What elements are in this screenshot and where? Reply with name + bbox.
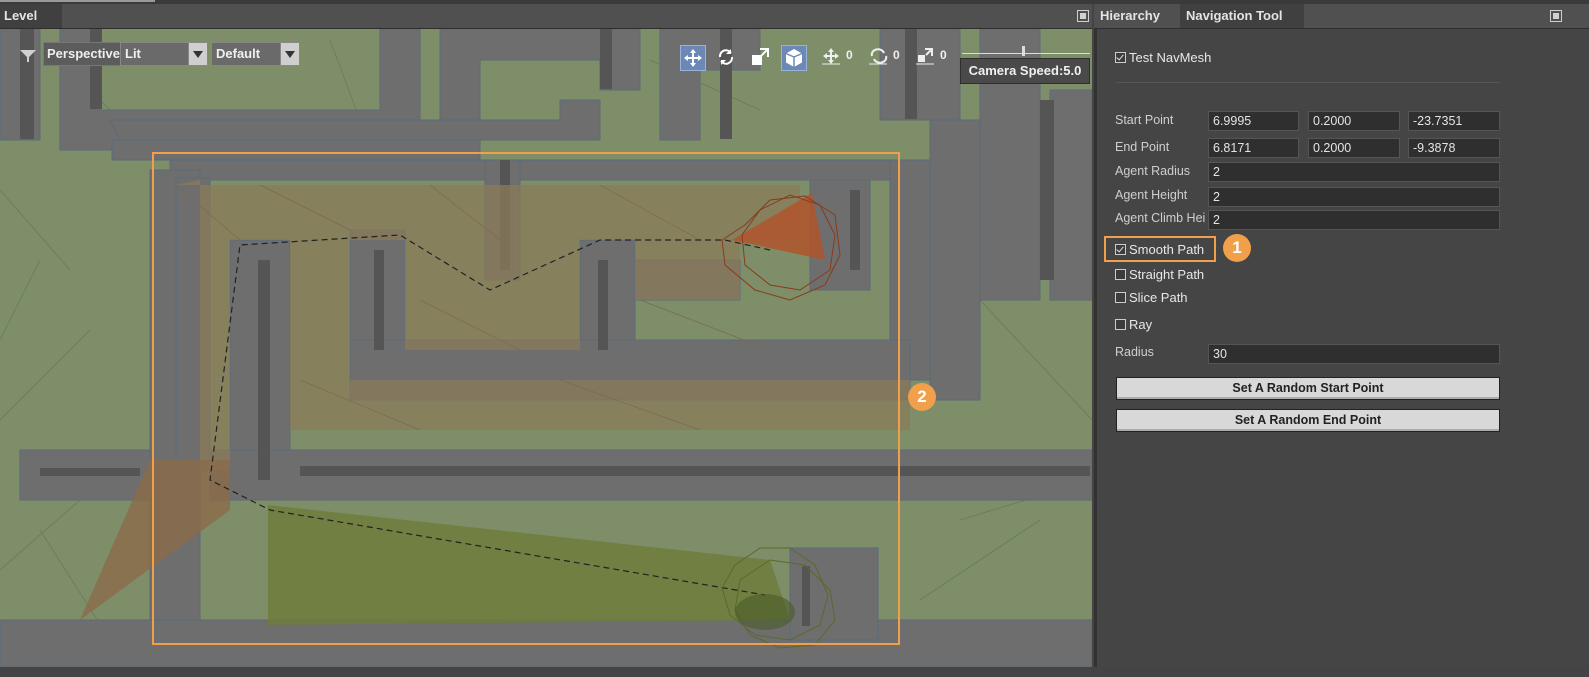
scale-icon — [752, 48, 769, 65]
scene-viewport[interactable] — [0, 29, 1092, 667]
pin-icon[interactable] — [1077, 10, 1089, 22]
scale-snap-value: 0 — [940, 48, 947, 62]
straight-path-label: Straight Path — [1129, 266, 1205, 282]
preset-value: Default — [216, 46, 261, 61]
speed-slider-handle[interactable] — [1022, 46, 1025, 56]
start-point-y-input[interactable]: 0.2000 — [1308, 111, 1400, 131]
tab-navigation-tool[interactable]: Navigation Tool — [1180, 4, 1304, 28]
radius-input[interactable]: 30 — [1208, 344, 1500, 364]
straight-path-checkbox[interactable]: Straight Path — [1115, 265, 1204, 283]
rotate-snap-value: 0 — [893, 48, 900, 62]
scale-snap-icon[interactable] — [916, 47, 936, 65]
cube-icon — [785, 49, 803, 67]
agent-radius-input[interactable]: 2 — [1208, 162, 1500, 182]
end-point-x-input[interactable]: 6.8171 — [1208, 138, 1299, 158]
checkbox-unchecked-icon — [1115, 291, 1126, 303]
agent-height-input[interactable]: 2 — [1208, 187, 1500, 207]
level-panel-header: Level — [0, 4, 1092, 29]
slice-path-checkbox[interactable]: Slice Path — [1115, 288, 1188, 306]
top-strip-accent — [0, 0, 155, 2]
test-navmesh-checkbox[interactable]: Test NavMesh — [1115, 48, 1211, 66]
shading-value: Lit — [125, 46, 141, 61]
end-point-z-input[interactable]: -9.3878 — [1408, 138, 1500, 158]
scale-tool-button[interactable] — [748, 45, 774, 71]
navmesh-scene — [0, 29, 1092, 667]
world-space-button[interactable] — [781, 45, 807, 71]
random-start-point-button[interactable]: Set A Random Start Point — [1116, 377, 1500, 400]
agent-climb-input[interactable]: 2 — [1208, 210, 1500, 230]
divider — [1116, 82, 1500, 83]
chevron-down-icon — [280, 43, 299, 65]
agent-radius-label: Agent Radius — [1115, 164, 1191, 178]
move-snap-icon[interactable] — [822, 47, 842, 65]
right-panel-header: Hierarchy Navigation Tool — [1094, 4, 1589, 29]
end-point-label: End Point — [1115, 140, 1170, 154]
rotate-tool-button[interactable] — [714, 45, 740, 71]
end-point-y-input[interactable]: 0.2000 — [1308, 138, 1400, 158]
speed-slider-track[interactable] — [962, 53, 1090, 54]
radius-label: Radius — [1115, 345, 1154, 359]
pin-icon[interactable] — [1550, 10, 1562, 22]
checkbox-unchecked-icon — [1115, 268, 1126, 280]
start-point-z-input[interactable]: -23.7351 — [1408, 111, 1500, 131]
agent-height-label: Agent Height — [1115, 188, 1188, 202]
tab-level[interactable]: Level — [0, 4, 62, 28]
filter-icon[interactable] — [18, 48, 40, 66]
move-tool-button[interactable] — [680, 45, 706, 71]
camera-speed-display: Camera Speed:5.0 — [960, 58, 1090, 84]
tab-hierarchy[interactable]: Hierarchy — [1094, 4, 1180, 28]
random-end-point-button[interactable]: Set A Random End Point — [1116, 409, 1500, 432]
test-navmesh-label: Test NavMesh — [1129, 49, 1212, 65]
start-point-x-input[interactable]: 6.9995 — [1208, 111, 1299, 131]
highlight-box-smooth-path — [1104, 236, 1216, 262]
ray-checkbox[interactable]: Ray — [1115, 315, 1152, 333]
checkbox-checked-icon — [1115, 51, 1126, 63]
move-snap-value: 0 — [846, 48, 853, 62]
preset-dropdown[interactable]: Default — [211, 42, 300, 66]
perspective-button[interactable]: Perspective — [43, 42, 124, 66]
rotate-snap-icon[interactable] — [869, 47, 889, 65]
callout-badge-2: 2 — [908, 383, 936, 411]
shading-dropdown[interactable]: Lit — [120, 42, 208, 66]
callout-badge-1: 1 — [1223, 234, 1251, 262]
move-icon — [684, 49, 702, 67]
start-point-label: Start Point — [1115, 113, 1174, 127]
agent-climb-label: Agent Climb Hei — [1115, 211, 1206, 225]
slice-path-label: Slice Path — [1129, 289, 1188, 305]
checkbox-unchecked-icon — [1115, 318, 1126, 330]
ray-label: Ray — [1129, 316, 1153, 332]
chevron-down-icon — [188, 43, 207, 65]
rotate-icon — [718, 49, 734, 65]
